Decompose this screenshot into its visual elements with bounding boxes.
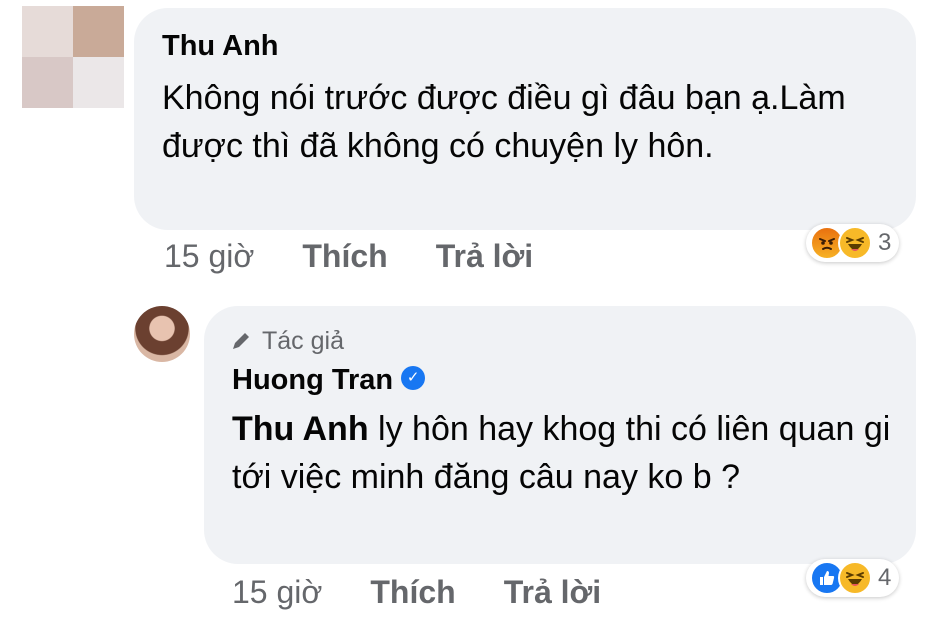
commenter-avatar-blurred[interactable] [22, 6, 124, 108]
comment-author-name[interactable]: Thu Anh [162, 29, 279, 63]
reply-button[interactable]: Trả lời [504, 574, 601, 611]
reactions-summary[interactable]: 3 [806, 224, 900, 262]
reply-author-name[interactable]: Huong Tran ✓ [232, 363, 426, 397]
reaction-count: 3 [878, 229, 892, 256]
reply-bubble: Tác giả Huong Tran ✓ Thu Anh ly hôn hay k… [204, 306, 916, 564]
reactions-summary[interactable]: 4 [806, 559, 900, 597]
reply-actions: 15 giờ Thích Trả lời [232, 574, 649, 611]
author-badge: Tác giả [230, 325, 344, 357]
reply-text: Thu Anh ly hôn hay khog thi có liên quan… [232, 405, 892, 501]
comment-actions: 15 giờ Thích Trả lời [164, 238, 581, 275]
reply-timestamp[interactable]: 15 giờ [232, 574, 322, 611]
reaction-count: 4 [878, 564, 892, 591]
haha-icon [838, 561, 872, 595]
pencil-icon [233, 333, 249, 349]
comment-bubble: Thu Anh Không nói trước được điều gì đâu… [134, 8, 916, 230]
like-button[interactable]: Thích [370, 574, 455, 611]
like-button[interactable]: Thích [302, 238, 387, 275]
author-badge-label: Tác giả [262, 326, 344, 355]
haha-icon [838, 226, 872, 260]
verified-badge-icon: ✓ [401, 366, 426, 391]
comment-text: Không nói trước được điều gì đâu bạn ạ.L… [162, 79, 846, 165]
author-avatar[interactable] [134, 306, 190, 362]
comment-timestamp[interactable]: 15 giờ [164, 238, 254, 275]
reply-button[interactable]: Trả lời [436, 238, 533, 275]
reply-author-label[interactable]: Huong Tran [232, 364, 393, 396]
mention-link[interactable]: Thu Anh [232, 410, 369, 448]
